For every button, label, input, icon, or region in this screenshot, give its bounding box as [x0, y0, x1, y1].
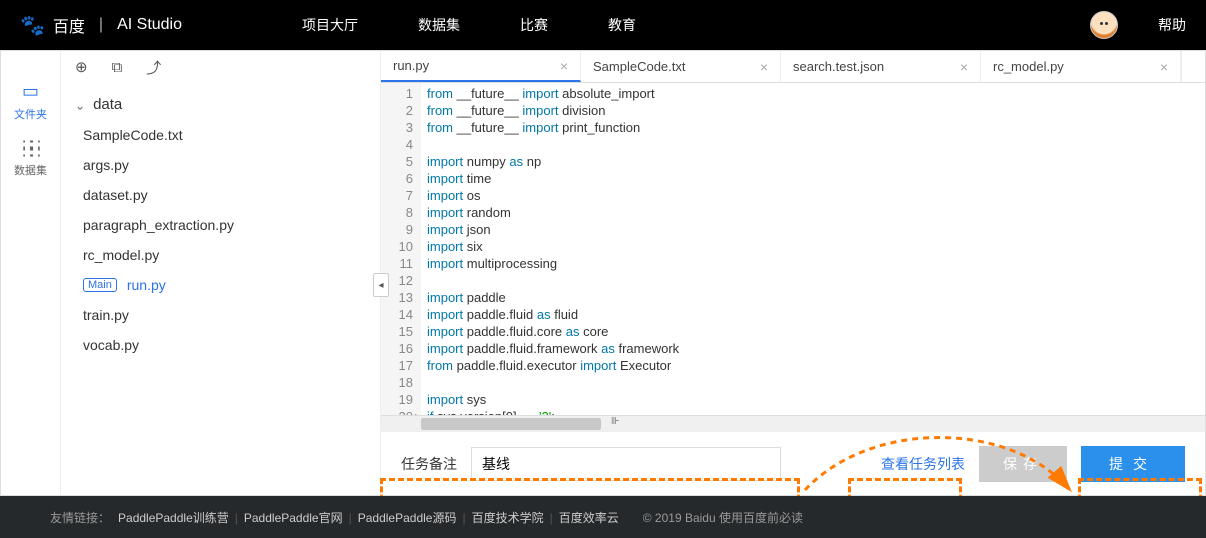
footer-link[interactable]: PaddlePaddle官网 — [244, 511, 343, 525]
paw-icon: 🐾 — [20, 13, 45, 38]
new-folder-icon[interactable]: ⧉ — [112, 59, 123, 76]
footer-link[interactable]: 百度技术学院 — [472, 511, 544, 525]
activity-dataset[interactable]: ∷∷∷∷ 数据集 — [1, 132, 60, 188]
folder-data[interactable]: data — [61, 89, 380, 120]
editor-area: ◂ run.py×SampleCode.txt×search.test.json… — [381, 51, 1205, 495]
activity-files-label: 文件夹 — [14, 106, 47, 122]
footer-copyright: © 2019 Baidu 使用百度前必读 — [643, 509, 803, 526]
activity-bar: ▭ 文件夹 ∷∷∷∷ 数据集 — [1, 51, 61, 495]
remark-input[interactable] — [471, 447, 781, 481]
top-bar: 🐾 百度 | AI Studio 项目大厅 数据集 比赛 教育 帮助 — [0, 0, 1206, 50]
footer-links: PaddlePaddle训练营|PaddlePaddle官网|PaddlePad… — [118, 509, 619, 526]
code-editor[interactable]: 123456789101112131415161718192021222324 … — [381, 83, 1205, 415]
file-tree: dataSampleCode.txtargs.pydataset.pyparag… — [61, 83, 380, 366]
logo-studio: AI Studio — [117, 16, 182, 34]
help-link[interactable]: 帮助 — [1158, 15, 1186, 35]
remark-label: 任务备注 — [401, 454, 457, 474]
close-icon[interactable]: × — [760, 59, 768, 75]
save-button[interactable]: 保存 — [979, 446, 1067, 482]
file-item-main[interactable]: Main run.py — [61, 270, 380, 300]
task-bar: 任务备注 查看任务列表 保存 提交 — [381, 431, 1205, 495]
file-item[interactable]: paragraph_extraction.py — [61, 210, 380, 240]
nav-dataset[interactable]: 数据集 — [418, 15, 460, 35]
logo-baidu: 百度 — [53, 13, 85, 37]
line-gutter: 123456789101112131415161718192021222324 — [381, 83, 421, 415]
folder-icon: ▭ — [22, 81, 39, 102]
footer-links-label: 友情链接： — [50, 509, 110, 526]
dataset-icon: ∷∷∷∷ — [22, 142, 38, 158]
file-item[interactable]: SampleCode.txt — [61, 120, 380, 150]
file-item[interactable]: rc_model.py — [61, 240, 380, 270]
logo[interactable]: 🐾 百度 | AI Studio — [20, 13, 182, 38]
nav-contest[interactable]: 比赛 — [520, 15, 548, 35]
file-tree-panel: ⊕ ⧉ ⤴ dataSampleCode.txtargs.pydataset.p… — [61, 51, 381, 495]
submit-button[interactable]: 提交 — [1081, 446, 1185, 482]
editor-tab[interactable]: search.test.json× — [781, 51, 981, 82]
upload-icon[interactable]: ⤴ — [146, 57, 161, 78]
horizontal-scrollbar[interactable]: ⊪ — [381, 415, 1205, 431]
new-file-icon[interactable]: ⊕ — [75, 58, 88, 76]
scrollbar-thumb[interactable] — [421, 418, 601, 430]
file-item[interactable]: vocab.py — [61, 330, 380, 360]
file-toolbar: ⊕ ⧉ ⤴ — [61, 51, 380, 83]
logo-separator: | — [99, 16, 103, 34]
scrollbar-marker: ⊪ — [611, 416, 620, 432]
editor-tab[interactable]: rc_model.py× — [981, 51, 1181, 82]
footer-link[interactable]: PaddlePaddle源码 — [358, 511, 457, 525]
footer-link[interactable]: 百度效率云 — [559, 511, 619, 525]
file-item[interactable]: args.py — [61, 150, 380, 180]
footer-link[interactable]: PaddlePaddle训练营 — [118, 511, 229, 525]
editor-tab[interactable]: SampleCode.txt× — [581, 51, 781, 82]
footer: 友情链接： PaddlePaddle训练营|PaddlePaddle官网|Pad… — [0, 496, 1206, 538]
workspace: ▭ 文件夹 ∷∷∷∷ 数据集 ⊕ ⧉ ⤴ dataSampleCode.txta… — [0, 50, 1206, 496]
nav-project-hall[interactable]: 项目大厅 — [302, 15, 358, 35]
file-item[interactable]: dataset.py — [61, 180, 380, 210]
editor-tab[interactable]: run.py× — [381, 51, 581, 82]
nav-education[interactable]: 教育 — [608, 15, 636, 35]
file-item[interactable]: train.py — [61, 300, 380, 330]
activity-dataset-label: 数据集 — [14, 162, 47, 178]
close-icon[interactable]: × — [1160, 59, 1168, 75]
collapse-handle[interactable]: ◂ — [373, 273, 389, 297]
avatar[interactable] — [1090, 11, 1118, 39]
close-icon[interactable]: × — [960, 59, 968, 75]
view-tasks-button[interactable]: 查看任务列表 — [881, 454, 965, 474]
tab-bar: run.py×SampleCode.txt×search.test.json×r… — [381, 51, 1205, 83]
top-nav: 项目大厅 数据集 比赛 教育 — [302, 15, 636, 35]
code-content[interactable]: from __future__ import absolute_import f… — [421, 83, 1205, 415]
activity-files[interactable]: ▭ 文件夹 — [1, 71, 60, 132]
close-icon[interactable]: × — [560, 58, 568, 74]
